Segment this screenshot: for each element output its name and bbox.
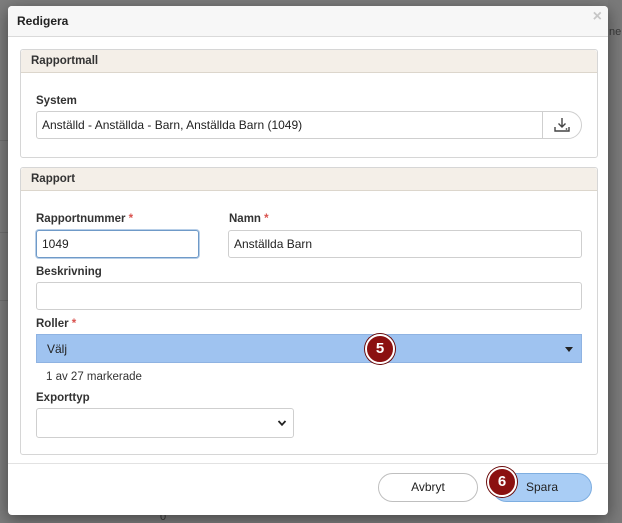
roles-count: 1 av 27 markerade xyxy=(46,371,142,383)
chevron-down-icon xyxy=(277,420,287,427)
report-panel: Rapport Rapportnummer * 1049 Namn * Anst… xyxy=(20,167,598,455)
system-label: System xyxy=(36,95,77,107)
step-badge-5: 5 xyxy=(365,334,395,364)
edit-dialog: Redigera × Rapportmall System Anställd -… xyxy=(8,6,608,515)
close-icon[interactable]: × xyxy=(593,8,602,26)
template-heading-text: Rapportmall xyxy=(31,55,99,67)
template-panel-heading: Rapportmall xyxy=(21,50,597,73)
export-type-label: Exporttyp xyxy=(36,392,90,404)
cancel-button[interactable]: Avbryt xyxy=(378,473,478,502)
download-button[interactable] xyxy=(542,112,581,138)
background-cut-text: ne xyxy=(609,26,622,38)
name-label-text: Namn xyxy=(229,213,261,225)
roles-label-text: Roller xyxy=(36,318,69,330)
report-number-label-text: Rapportnummer xyxy=(36,213,126,225)
dialog-header: Redigera × xyxy=(8,6,608,37)
dialog-title: Redigera xyxy=(17,14,69,28)
download-icon xyxy=(554,118,570,132)
background-page xyxy=(608,0,622,523)
roles-label: Roller * xyxy=(36,318,76,330)
required-mark: * xyxy=(264,213,269,225)
system-field[interactable]: Anställd - Anställda - Barn, Anställda B… xyxy=(36,111,582,139)
required-mark: * xyxy=(128,213,134,225)
background-divider xyxy=(0,300,8,301)
roles-multiselect[interactable]: Välj xyxy=(36,334,582,363)
description-input[interactable] xyxy=(36,282,582,310)
report-number-label: Rapportnummer * xyxy=(36,213,133,225)
required-mark: * xyxy=(71,318,77,330)
step-badge-6: 6 xyxy=(487,467,517,497)
report-panel-heading: Rapport xyxy=(21,168,597,191)
caret-down-icon xyxy=(565,347,573,352)
name-input[interactable]: Anställda Barn xyxy=(228,230,582,258)
description-label: Beskrivning xyxy=(36,266,102,278)
report-number-value: 1049 xyxy=(42,237,69,251)
report-number-input[interactable]: 1049 xyxy=(36,230,199,258)
name-label: Namn * xyxy=(229,213,269,225)
name-value: Anställda Barn xyxy=(234,237,313,251)
export-type-select[interactable] xyxy=(36,408,294,438)
background-divider xyxy=(0,232,8,233)
footer-divider xyxy=(8,463,608,464)
roles-selected-text: Välj xyxy=(47,342,68,356)
background-divider xyxy=(0,140,8,141)
report-heading-text: Rapport xyxy=(31,173,76,185)
template-panel: Rapportmall System Anställd - Anställda … xyxy=(20,49,598,158)
system-value: Anställd - Anställda - Barn, Anställda B… xyxy=(42,118,303,132)
